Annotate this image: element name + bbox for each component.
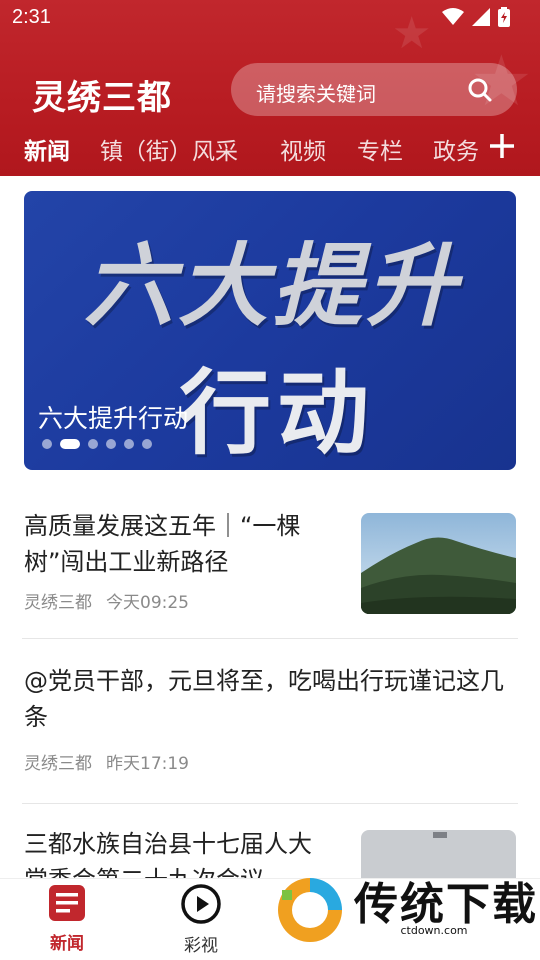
carousel-indicator (42, 439, 152, 449)
watermark-logo (278, 878, 342, 942)
plus-icon[interactable] (488, 128, 516, 164)
nav-label: 彩视 (184, 936, 218, 956)
carousel-dot (88, 439, 98, 449)
news-source: 灵绣三都 (24, 754, 92, 774)
carousel-dot (42, 439, 52, 449)
carousel-dot (106, 439, 116, 449)
carousel-dot (124, 439, 134, 449)
divider (22, 803, 518, 804)
banner-carousel[interactable]: 六大提升 行动 六大提升行动 (24, 191, 516, 470)
news-title: 高质量发展这五年｜“一棵树”闯出工业新路径 (24, 512, 301, 576)
list-item[interactable]: 高质量发展这五年｜“一棵树”闯出工业新路径 灵绣三都 今天09:25 (24, 508, 334, 613)
news-meta: 灵绣三都 昨天17:19 (24, 749, 516, 774)
news-title: @党员干部，元旦将至，吃喝出行玩谨记这几条 (24, 667, 504, 731)
tab-government[interactable]: 政务 (433, 132, 478, 166)
watermark-url: ctdown.com (400, 924, 468, 937)
tab-column[interactable]: 专栏 (357, 132, 403, 166)
status-time: 2:31 (12, 6, 51, 28)
carousel-dot-active (60, 439, 80, 449)
tab-news[interactable]: 新闻 (24, 132, 70, 166)
news-icon (49, 885, 85, 921)
status-icons (442, 7, 510, 27)
search-icon[interactable] (467, 77, 493, 103)
mountain-image (361, 513, 516, 614)
banner-image-text: 行动 (179, 360, 376, 467)
app-title: 灵绣三都 (32, 78, 172, 118)
thumbnail-detail (433, 832, 447, 838)
news-thumbnail[interactable] (361, 513, 516, 614)
news-meta: 灵绣三都 今天09:25 (24, 588, 334, 613)
tab-town[interactable]: 镇（街）风采 (100, 132, 238, 166)
news-source: 灵绣三都 (24, 593, 92, 613)
banner-image-text: 六大提升 (84, 234, 460, 339)
app-root: ★ ★ 2:31 灵绣三都 请搜索关键词 新闻 镇（街）风采 视频 专栏 政务 … (0, 0, 540, 960)
tab-video[interactable]: 视频 (280, 132, 326, 166)
banner-caption: 六大提升行动 (38, 404, 189, 433)
nav-label: 新闻 (50, 934, 84, 954)
carousel-dot (142, 439, 152, 449)
battery-icon (498, 7, 510, 27)
nav-news[interactable]: 新闻 (22, 883, 112, 954)
list-item[interactable]: @党员干部，元旦将至，吃喝出行玩谨记这几条 灵绣三都 昨天17:19 (24, 663, 516, 774)
nav-caishi[interactable]: 彩视 (156, 883, 246, 956)
play-icon (181, 884, 221, 924)
divider (22, 638, 518, 639)
signal-icon (472, 8, 490, 26)
wifi-icon (442, 8, 464, 25)
status-bar: 2:31 (0, 0, 540, 36)
search-input[interactable]: 请搜索关键词 (231, 63, 517, 116)
news-time: 今天09:25 (106, 593, 189, 613)
news-time: 昨天17:19 (106, 754, 189, 774)
watermark: 传统下载 ctdown.com (268, 866, 540, 960)
watermark-text: 传统下载 (354, 879, 538, 930)
header: ★ ★ 2:31 灵绣三都 请搜索关键词 新闻 镇（街）风采 视频 专栏 政务 (0, 0, 540, 176)
category-tabs: 新闻 镇（街）风采 视频 专栏 政务 (0, 128, 540, 168)
tabs-scroll[interactable]: 新闻 镇（街）风采 视频 专栏 政务 (0, 128, 478, 168)
search-placeholder: 请搜索关键词 (256, 82, 376, 106)
